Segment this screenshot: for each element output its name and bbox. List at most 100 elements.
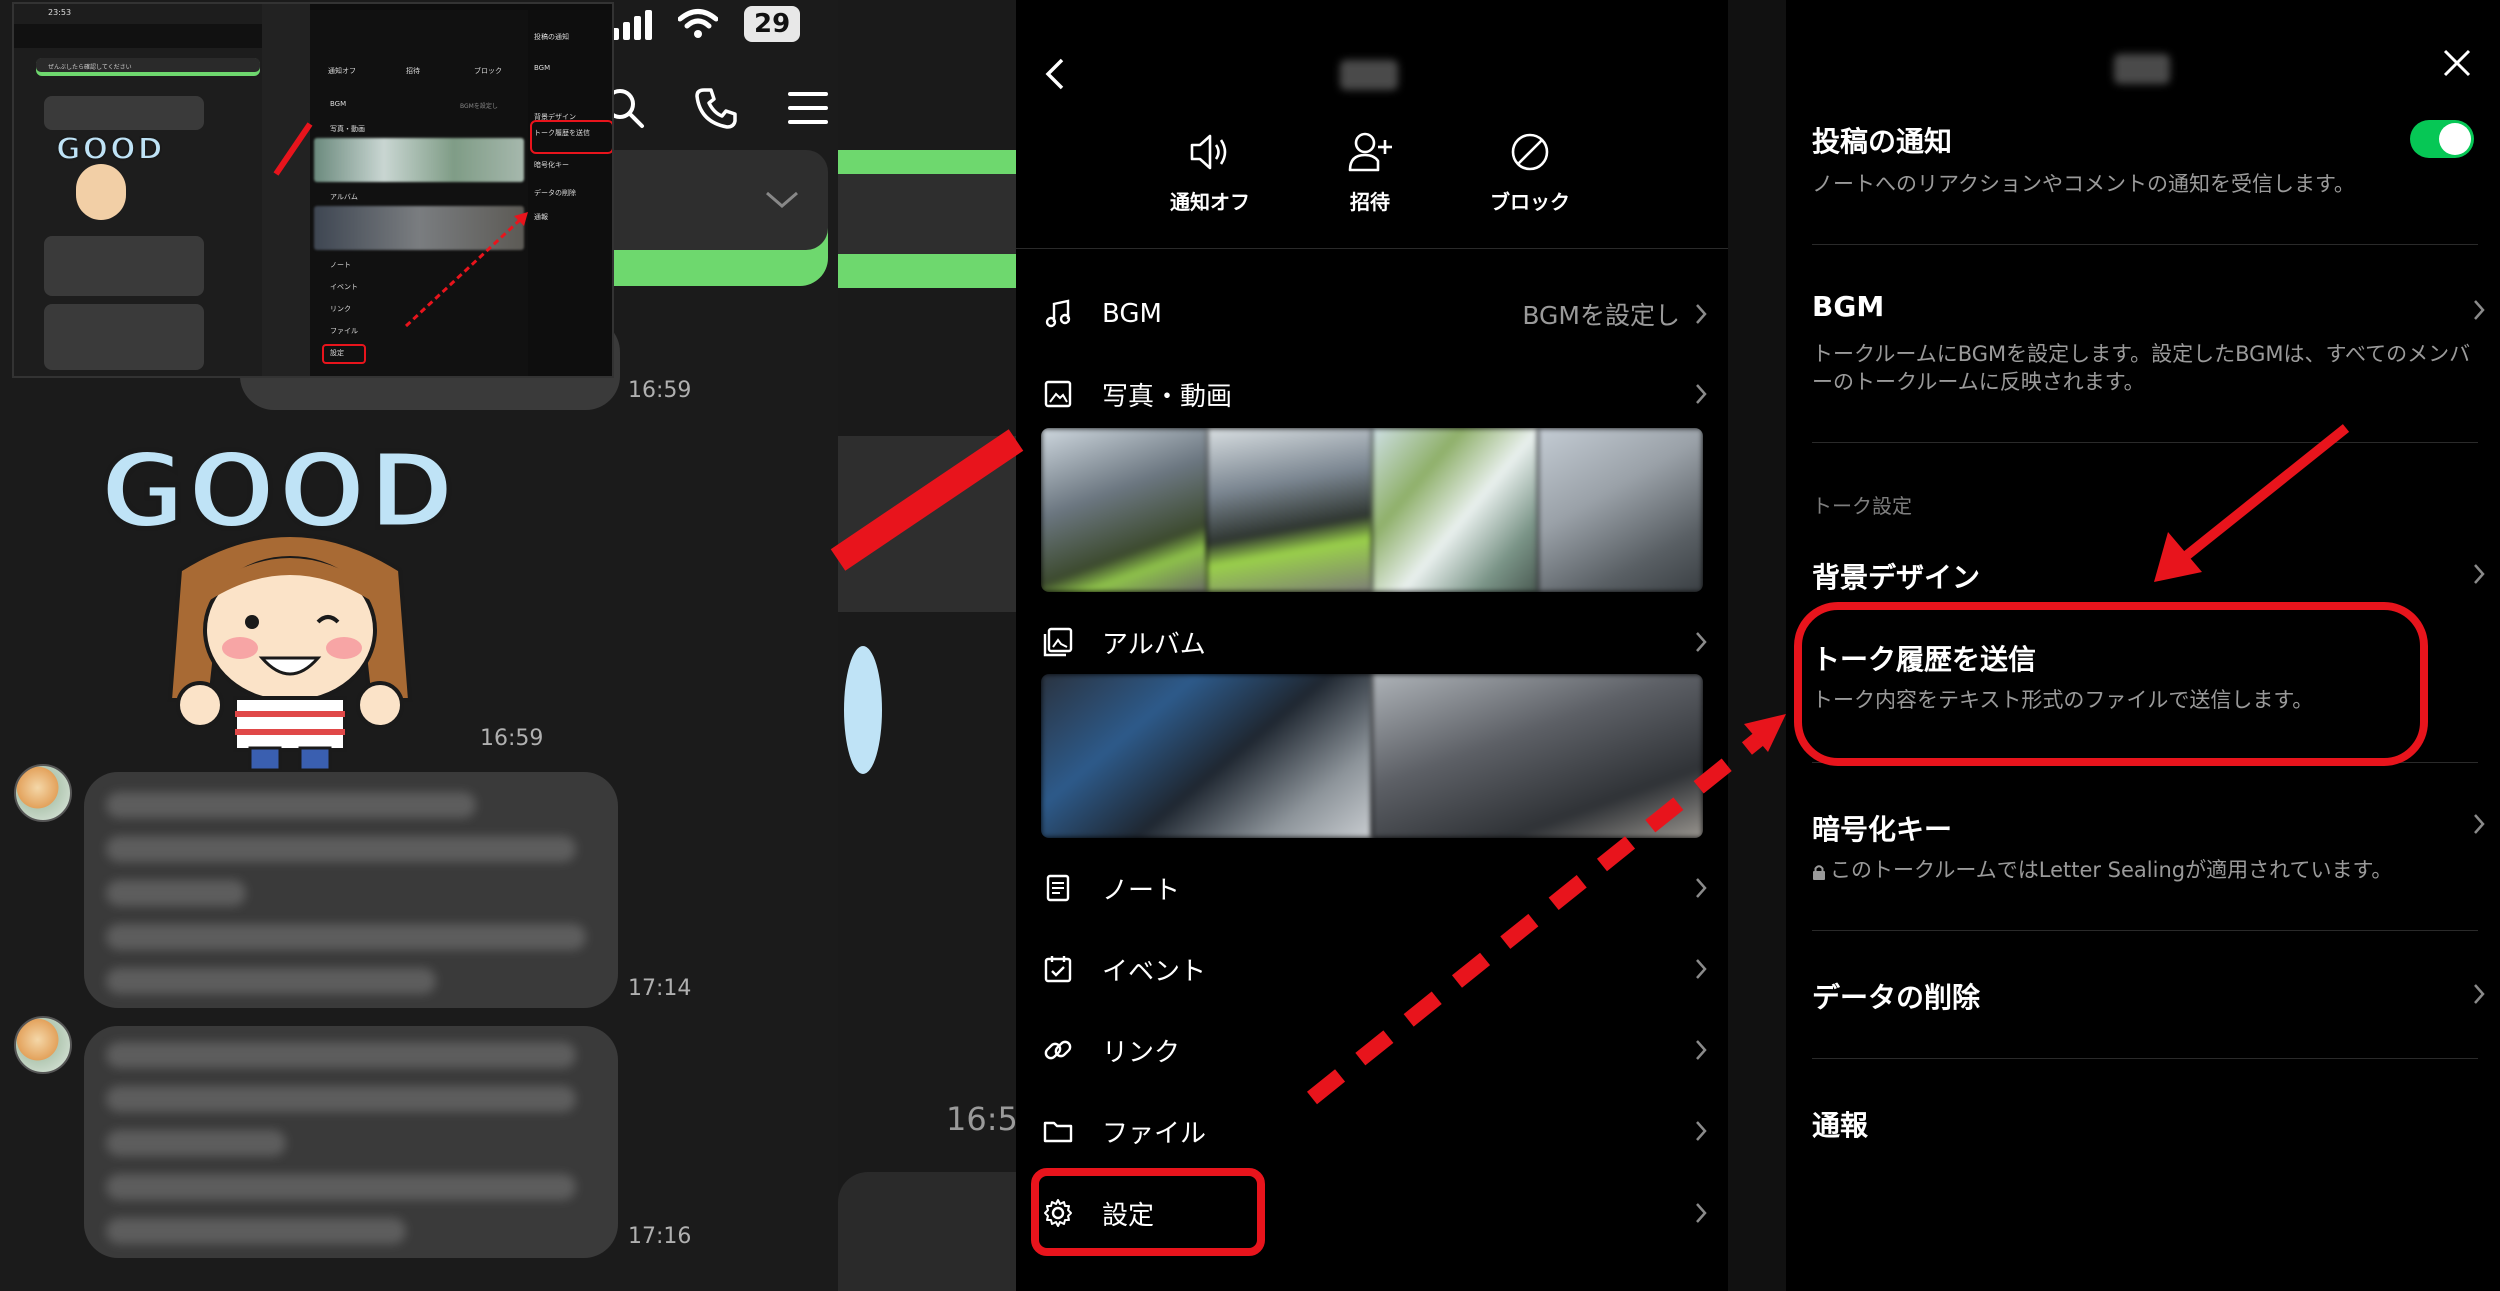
message-time: 16:59	[628, 378, 692, 403]
chevron-right-icon	[1696, 1121, 1707, 1141]
setting-title: 暗号化キー	[1812, 813, 1953, 846]
setting-description: トークルームにBGMを設定します。設定したBGMは、すべてのメンバーのトークルー…	[1812, 342, 2471, 394]
note-icon	[1046, 874, 1070, 902]
phone-icon[interactable]	[692, 84, 740, 132]
menu-item-file[interactable]: ファイル	[1042, 1101, 1722, 1161]
chevron-right-icon	[2474, 564, 2485, 584]
avatar[interactable]	[14, 1016, 72, 1074]
sticker-character-icon	[167, 533, 413, 770]
chevron-right-icon	[1696, 1040, 1707, 1060]
overview-thumbnail: 23:53 ぜんぶしたら確認してください GOOD 通知オフ 招待 ブロック B…	[12, 2, 614, 378]
close-icon[interactable]	[2442, 48, 2472, 78]
add-person-icon	[1348, 132, 1392, 172]
chevron-down-icon[interactable]	[764, 190, 800, 210]
photo-thumbnail[interactable]	[1041, 428, 1207, 592]
message-time: 17:16	[628, 1224, 692, 1249]
invite-label: 招待	[1350, 190, 1390, 214]
block-button[interactable]: ブロック	[1450, 130, 1610, 215]
setting-title: 背景デザイン	[1812, 561, 1981, 594]
menu-item-note[interactable]: ノート	[1042, 858, 1722, 918]
panel-separator	[1728, 0, 1786, 1291]
battery-indicator: 29	[744, 6, 801, 42]
notify-off-button[interactable]: 通知オフ	[1130, 130, 1290, 215]
divider	[1812, 244, 2478, 245]
menu-item-settings[interactable]: 設定	[1042, 1183, 1722, 1243]
back-icon[interactable]	[1042, 56, 1066, 92]
blurred-message-text	[106, 792, 586, 994]
section-label: トーク設定	[1812, 494, 1912, 518]
calendar-check-icon	[1044, 956, 1072, 983]
menu-item-label: イベント	[1102, 956, 1207, 987]
divider	[1812, 442, 2478, 443]
chevron-right-icon	[1696, 1203, 1707, 1223]
overview-annotation-arrows	[273, 122, 528, 328]
divider	[1812, 762, 2478, 763]
menu-item-label: ファイル	[1102, 1118, 1207, 1149]
album-thumbnail[interactable]	[1041, 674, 1372, 838]
notify-off-label: 通知オフ	[1170, 190, 1250, 214]
divider	[1812, 930, 2478, 931]
status-bar: 29	[612, 6, 801, 42]
link-icon	[1044, 1040, 1072, 1060]
menu-item-event[interactable]: イベント	[1042, 939, 1722, 999]
lock-icon	[1813, 865, 1825, 880]
photo-thumbnail[interactable]	[1537, 428, 1703, 592]
menu-icon[interactable]	[784, 84, 832, 132]
chat-menu-panel: 通知オフ 招待 ブロック BGM BGMを設定し 写真・動画 アルバム ノート …	[1016, 0, 1728, 1291]
block-label: ブロック	[1490, 190, 1570, 214]
chevron-right-icon	[2474, 984, 2485, 1004]
photo-thumbnails[interactable]	[1041, 428, 1703, 592]
chat-panel: 29 16:59 GOOD 16:59 17:14 17:16 23:53 ぜん…	[0, 0, 838, 1291]
chevron-right-icon	[1696, 384, 1707, 404]
post-notify-toggle[interactable]	[2410, 120, 2474, 158]
menu-item-bgm[interactable]: BGM BGMを設定し	[1042, 284, 1722, 344]
menu-item-album[interactable]: アルバム	[1042, 612, 1722, 672]
sticker-good: GOOD	[98, 420, 460, 770]
chevron-right-icon	[1696, 632, 1707, 652]
menu-item-label: 写真・動画	[1102, 381, 1233, 412]
photo-thumbnail[interactable]	[1372, 428, 1538, 592]
divider	[1812, 1058, 2478, 1059]
chevron-right-icon	[2474, 300, 2485, 320]
chevron-right-icon	[1696, 878, 1707, 898]
music-note-icon	[1045, 299, 1071, 328]
message-time: 16:59	[480, 726, 544, 751]
album-icon	[1043, 627, 1073, 657]
blurred-room-name	[1340, 60, 1398, 90]
setting-title: データの削除	[1812, 981, 1981, 1014]
setting-description: トーク内容をテキスト形式のファイルで送信します。	[1812, 688, 2314, 712]
avatar[interactable]	[14, 764, 72, 822]
menu-item-label: 設定	[1102, 1200, 1155, 1231]
folder-icon	[1043, 1121, 1073, 1143]
menu-item-label: ノート	[1102, 875, 1181, 906]
blurred-room-name	[2114, 54, 2170, 84]
menu-item-link[interactable]: リンク	[1042, 1020, 1722, 1080]
menu-item-label: BGM	[1102, 299, 1162, 329]
setting-description: このトークルームではLetter Sealingが適用されています。	[1830, 858, 2393, 882]
chevron-right-icon	[2474, 814, 2485, 834]
setting-title: 通報	[1812, 1109, 1869, 1142]
blurred-message-text	[106, 1042, 576, 1244]
message-time: 17:14	[628, 976, 692, 1001]
invite-button[interactable]: 招待	[1290, 130, 1450, 215]
menu-item-label: アルバム	[1102, 629, 1206, 660]
chat-settings-panel: 投稿の通知 ノートへのリアクションやコメントの通知を受信します。 BGM トーク…	[1786, 0, 2500, 1291]
message-time: 16:5	[946, 1100, 1016, 1138]
album-thumbnail[interactable]	[1372, 674, 1703, 838]
background-chat-partial: 16:5	[838, 0, 1016, 1291]
chevron-right-icon	[1696, 959, 1707, 979]
wifi-icon	[678, 9, 718, 38]
album-thumbnails[interactable]	[1041, 674, 1703, 838]
setting-description: ノートへのリアクションやコメントの通知を受信します。	[1812, 172, 2355, 196]
bgm-value: BGMを設定し	[1522, 301, 1680, 330]
speaker-icon	[1190, 134, 1227, 170]
gear-icon	[1044, 1199, 1072, 1227]
divider	[1016, 248, 1728, 249]
setting-title: 投稿の通知	[1812, 125, 1953, 158]
setting-title: BGM	[1812, 290, 1885, 323]
photo-icon	[1044, 380, 1072, 408]
setting-title: トーク履歴を送信	[1812, 643, 2037, 676]
chevron-right-icon	[1696, 304, 1707, 324]
menu-item-photos[interactable]: 写真・動画	[1042, 364, 1722, 424]
photo-thumbnail[interactable]	[1206, 428, 1372, 592]
